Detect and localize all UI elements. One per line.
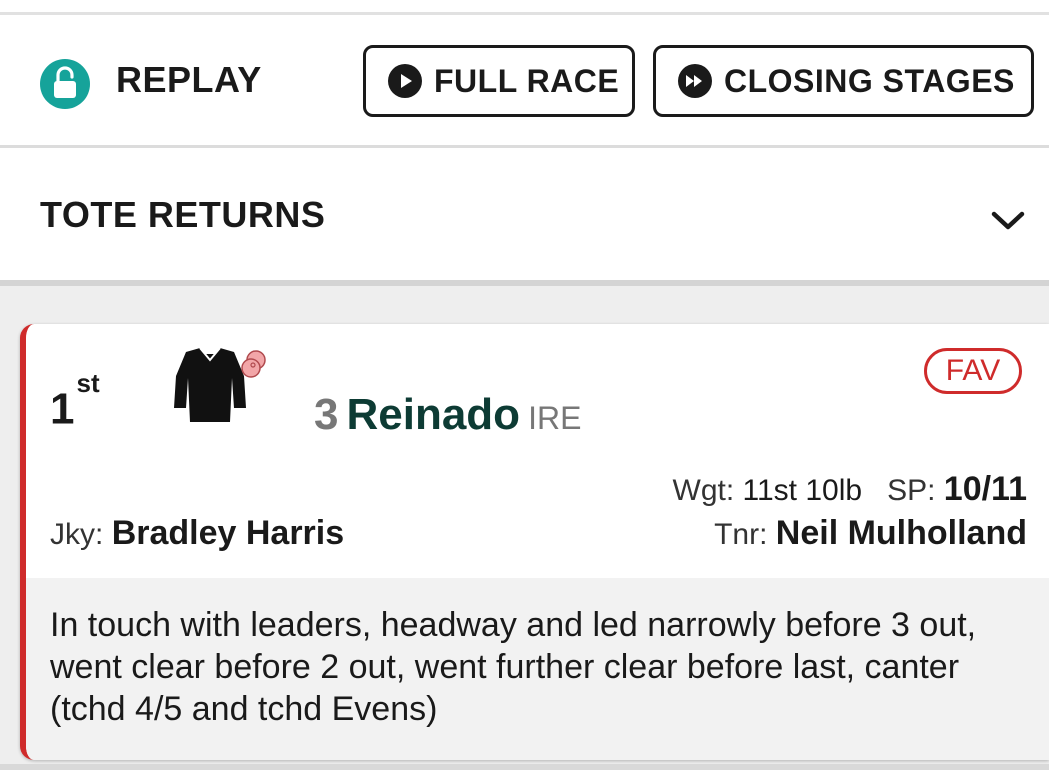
horse-country: IRE <box>528 400 582 436</box>
sp-label: SP: <box>887 474 936 507</box>
tote-returns-toggle[interactable]: TOTE RETURNS <box>0 148 1049 280</box>
jockey-silks-icon <box>154 342 270 426</box>
horse-title[interactable]: 3 Reinado IRE <box>314 390 581 440</box>
full-race-button[interactable]: FULL RACE <box>363 45 635 117</box>
closing-stages-label: CLOSING STAGES <box>724 62 1015 99</box>
weight-label: Wgt: <box>672 474 735 507</box>
finish-position: 1st <box>50 368 100 434</box>
fast-forward-circle-icon <box>678 64 712 98</box>
favourite-badge: FAV <box>924 348 1022 394</box>
runner-result-card: 1st 3 Reinado IRE FAV Wgt: 11st 10lb SP: 1… <box>20 324 1049 760</box>
horse-name[interactable]: Reinado <box>346 390 520 439</box>
runner-number: 3 <box>314 390 339 439</box>
weight-value: 11st 10lb <box>742 474 863 507</box>
jockey-line: Jky: Bradley Harris <box>50 514 344 553</box>
position-suffix: st <box>76 368 100 398</box>
trainer-label: Tnr: <box>714 518 768 551</box>
race-comment-box: In touch with leaders, headway and led n… <box>26 578 1049 760</box>
chevron-down-icon[interactable] <box>990 208 1026 234</box>
lock-open-icon <box>40 59 90 109</box>
full-race-label: FULL RACE <box>434 62 620 99</box>
race-comment: In touch with leaders, headway and led n… <box>50 606 977 728</box>
trainer-line: Tnr: Neil Mulholland <box>714 514 1027 553</box>
tote-returns-label: TOTE RETURNS <box>40 194 326 235</box>
play-circle-icon <box>388 64 422 98</box>
jockey-label: Jky: <box>50 518 104 551</box>
sp-value: 10/11 <box>943 470 1027 508</box>
replay-label: REPLAY <box>116 59 262 100</box>
jockey-name[interactable]: Bradley Harris <box>112 514 344 552</box>
bottom-divider <box>0 764 1049 770</box>
weight-sp-line: Wgt: 11st 10lb SP: 10/11 <box>673 470 1027 509</box>
closing-stages-button[interactable]: CLOSING STAGES <box>653 45 1034 117</box>
replay-section: REPLAY FULL RACE CLOSING STAGES <box>0 15 1049 145</box>
trainer-name[interactable]: Neil Mulholland <box>776 514 1027 552</box>
cap-icon <box>241 350 266 378</box>
